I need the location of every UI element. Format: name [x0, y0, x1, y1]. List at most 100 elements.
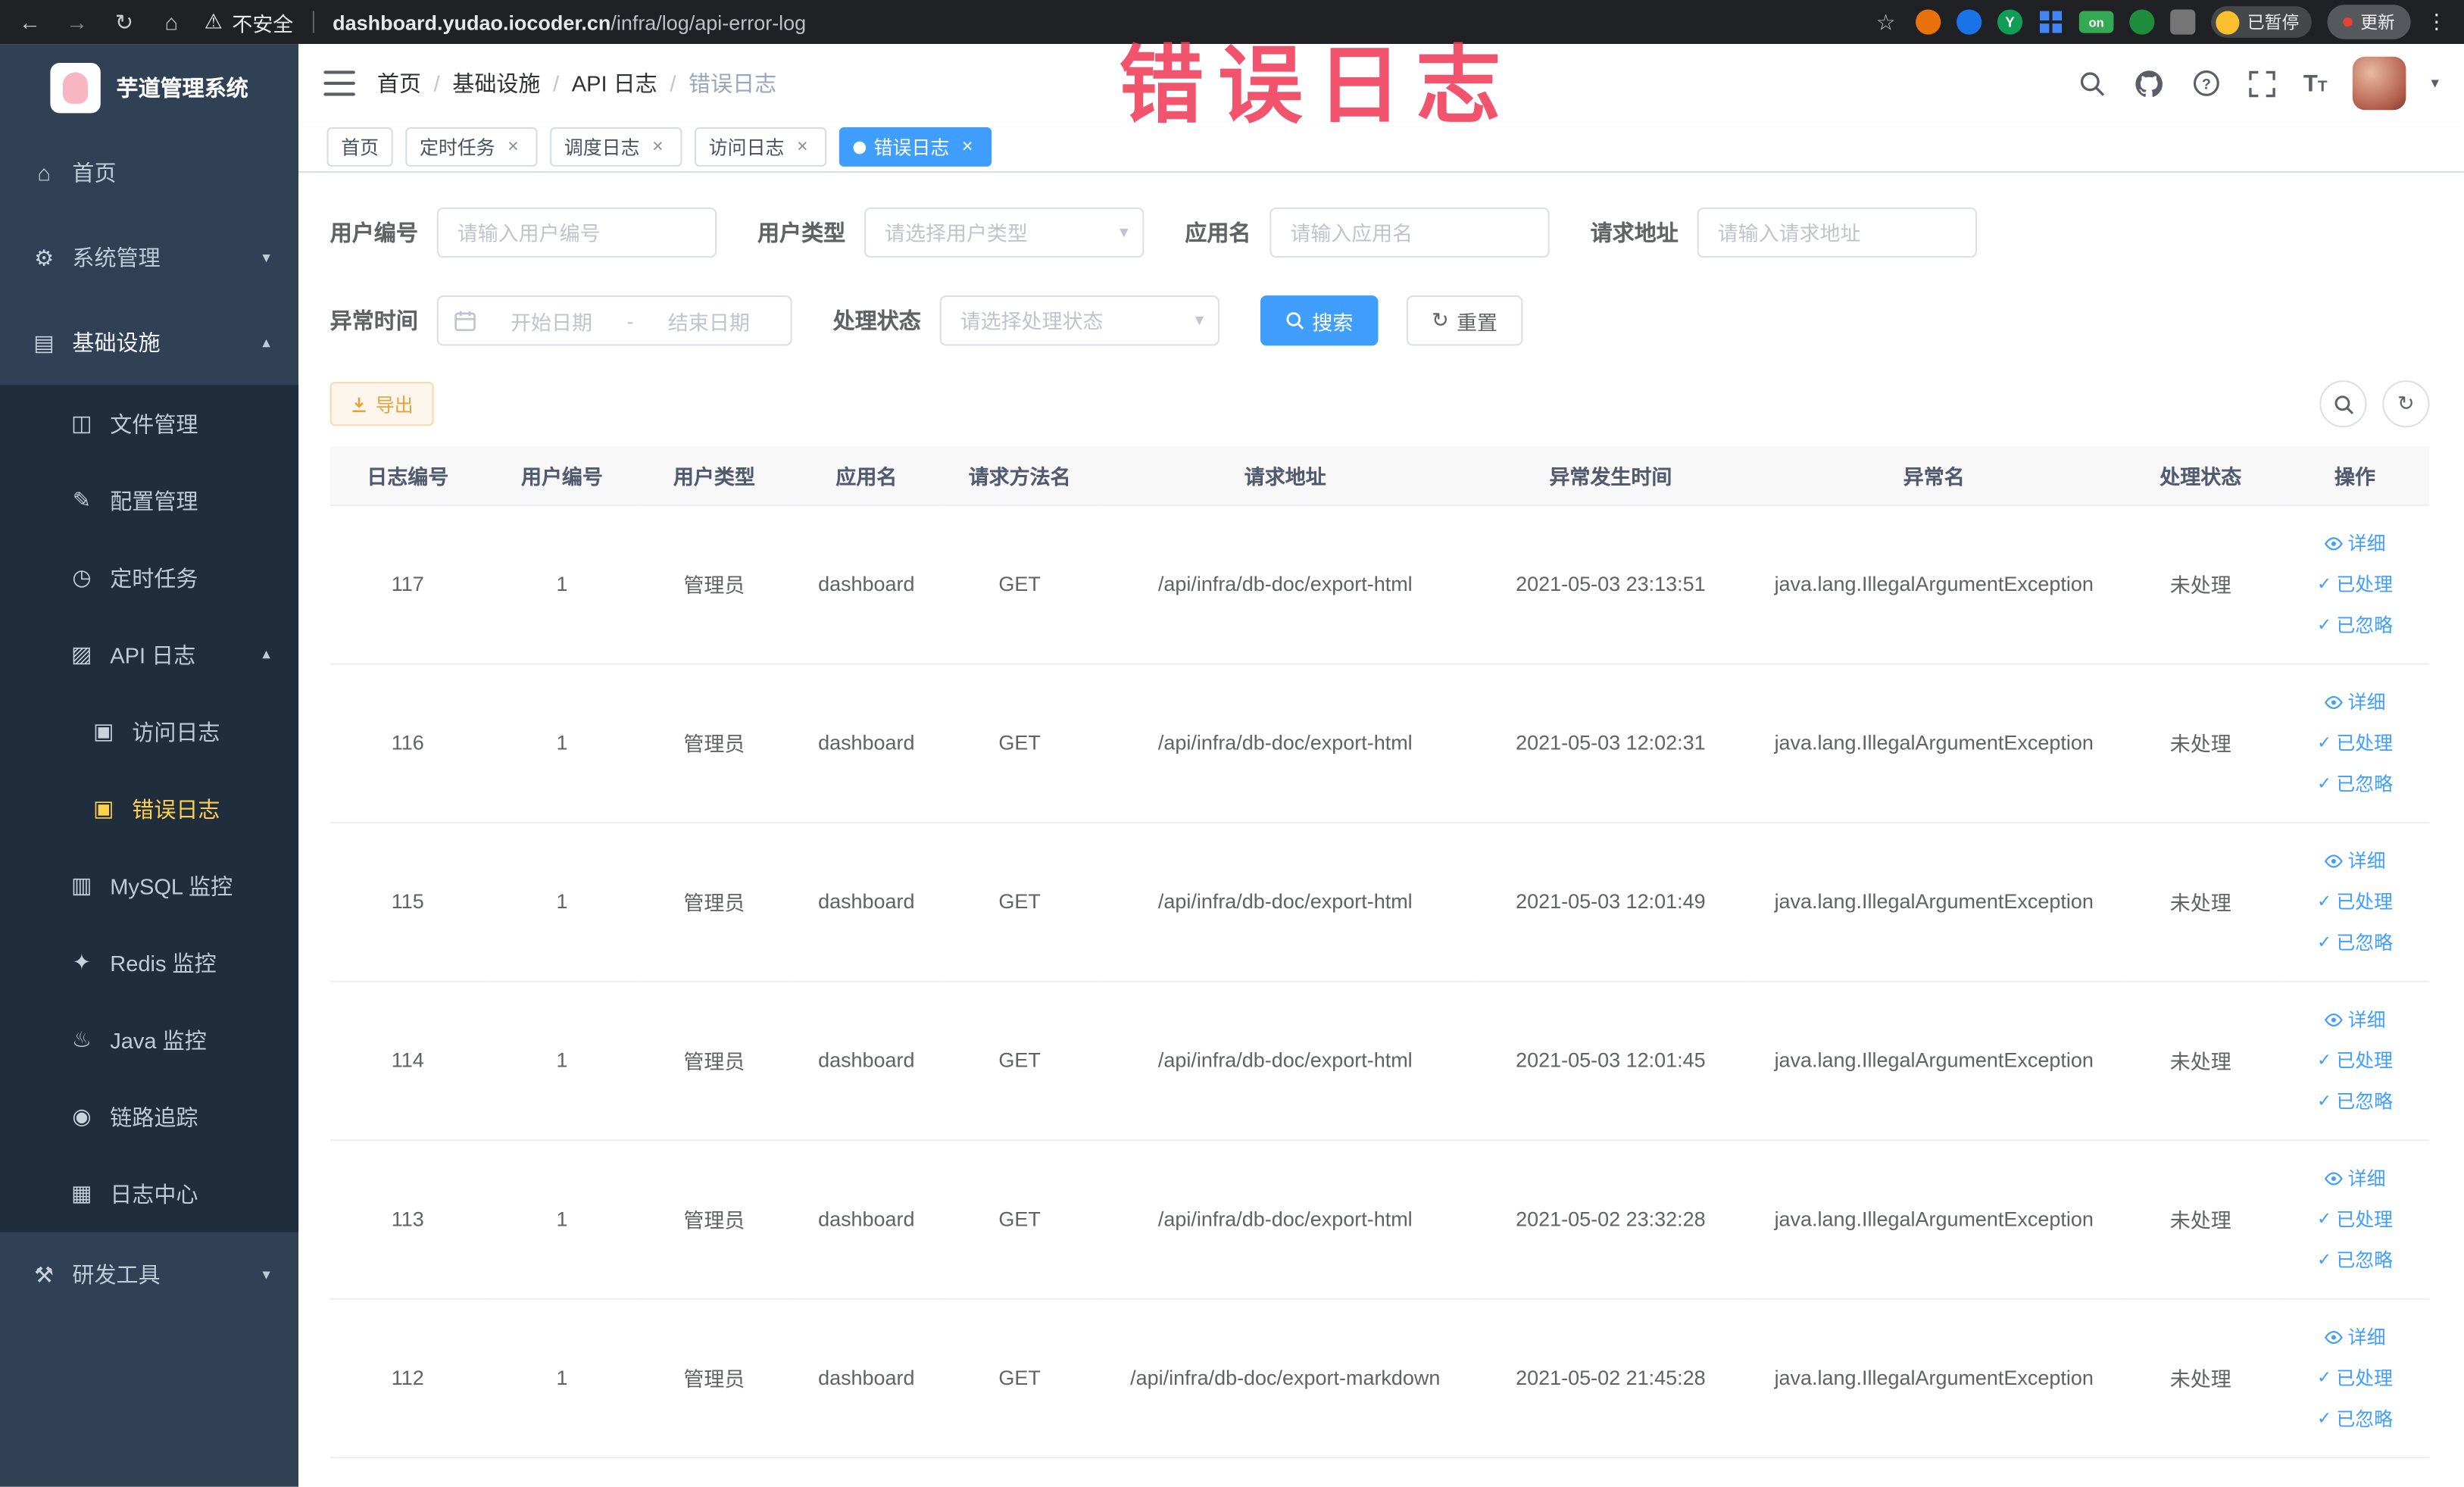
browser-forward-icon[interactable]: →	[63, 9, 91, 34]
check-icon: ✓	[2316, 933, 2332, 953]
browser-back-icon[interactable]: ←	[16, 9, 44, 34]
date-range-picker[interactable]: 开始日期 - 结束日期	[436, 295, 792, 346]
cell-actions: 详细 ✓ 已处理 ✓ 已忽略	[2280, 663, 2430, 823]
close-icon[interactable]: ×	[648, 136, 668, 157]
detail-link[interactable]: 详细	[2287, 523, 2423, 564]
extension-icon-green[interactable]: Y	[1997, 9, 2023, 35]
sidebar-item-log-center[interactable]: ▦ 日志中心	[0, 1154, 299, 1232]
close-icon[interactable]: ×	[792, 136, 813, 157]
tab-access-log[interactable]: 访问日志 ×	[695, 127, 827, 167]
extension-icon-red[interactable]	[1916, 9, 1941, 35]
breadcrumb-separator: /	[553, 70, 560, 96]
search-button[interactable]: 搜索	[1260, 295, 1379, 346]
request-url-input[interactable]	[1697, 207, 1977, 258]
extension-icon-grid[interactable]	[2038, 9, 2063, 34]
address-bar[interactable]: dashboard.yudao.iocoder.cn /infra/log/ap…	[333, 10, 1853, 33]
sidebar-item-error-log[interactable]: ▣ 错误日志	[0, 770, 299, 848]
range-separator: -	[626, 308, 634, 333]
sidebar-item-trace[interactable]: ◉ 链路追踪	[0, 1078, 299, 1155]
filter-label: 处理状态	[832, 308, 921, 333]
sidebar-item-scheduled-tasks[interactable]: ◷ 定时任务	[0, 539, 299, 617]
user-id-input[interactable]	[436, 207, 717, 258]
detail-link[interactable]: 详细	[2287, 1317, 2423, 1357]
close-icon[interactable]: ×	[503, 136, 523, 157]
mark-ignored-link[interactable]: ✓ 已忽略	[2287, 1080, 2423, 1121]
sidebar-item-homepage[interactable]: ⌂ 首页	[0, 130, 298, 215]
site-security[interactable]: ⚠ 不安全	[205, 7, 294, 36]
browser-update-button[interactable]: 更新	[2327, 5, 2411, 39]
font-size-icon[interactable]: TT	[2303, 70, 2328, 96]
sidebar-logo[interactable]: 芋道管理系统	[0, 44, 298, 130]
mark-processed-link[interactable]: ✓ 已处理	[2287, 881, 2423, 922]
fullscreen-icon[interactable]	[2247, 67, 2278, 98]
detail-link-label: 详细	[2347, 533, 2386, 555]
avatar[interactable]	[2352, 56, 2406, 111]
detail-link[interactable]: 详细	[2287, 840, 2423, 881]
sidebar-item-infrastructure[interactable]: ▤ 基础设施 ▴	[0, 300, 298, 385]
search-toggle-button[interactable]	[2319, 380, 2367, 428]
mark-ignored-link[interactable]: ✓ 已忽略	[2287, 763, 2423, 804]
close-icon[interactable]: ×	[957, 136, 978, 157]
sidebar-collapse-icon[interactable]	[323, 70, 355, 96]
sidebar-item-label: 系统管理	[72, 245, 161, 270]
sidebar-item-config-management[interactable]: ✎ 配置管理	[0, 461, 299, 539]
chevron-down-icon[interactable]: ▾	[2431, 75, 2438, 92]
mark-processed-link[interactable]: ✓ 已处理	[2287, 1198, 2423, 1239]
sidebar-item-api-logs[interactable]: ▨ API 日志 ▴	[0, 616, 299, 693]
mark-ignored-link[interactable]: ✓ 已忽略	[2287, 1239, 2423, 1280]
tab-home[interactable]: 首页	[326, 127, 393, 167]
document-icon: ▣	[93, 795, 114, 820]
mark-ignored-link[interactable]: ✓ 已忽略	[2287, 1398, 2423, 1439]
browser-reload-icon[interactable]: ↻	[110, 8, 138, 35]
processed-link-label: 已处理	[2336, 732, 2394, 754]
sidebar-item-redis-monitor[interactable]: ✦ Redis 监控	[0, 923, 299, 1001]
breadcrumb-item[interactable]: 基础设施	[452, 67, 540, 98]
sidebar-item-label: Redis 监控	[110, 950, 217, 976]
tab-dispatch-log[interactable]: 调度日志 ×	[550, 127, 682, 167]
breadcrumb-item[interactable]: 首页	[377, 67, 421, 98]
page-content: 用户编号 用户类型 ▾ 应用名 请	[298, 173, 2464, 1487]
mark-processed-link[interactable]: ✓ 已处理	[2287, 564, 2423, 604]
tab-scheduled-tasks[interactable]: 定时任务 ×	[405, 127, 538, 167]
detail-link[interactable]: 详细	[2287, 681, 2423, 722]
browser-menu-icon[interactable]: ⋮	[2426, 9, 2448, 34]
user-type-select[interactable]	[864, 207, 1145, 258]
warning-icon: ⚠	[204, 9, 223, 33]
tab-error-log[interactable]: 错误日志 ×	[839, 127, 992, 167]
cell-app-name: dashboard	[789, 1298, 943, 1458]
export-button[interactable]: 导出	[329, 382, 434, 426]
sidebar-item-dev-tools[interactable]: ⚒ 研发工具 ▾	[0, 1232, 298, 1317]
sidebar-item-access-log[interactable]: ▣ 访问日志	[0, 692, 299, 770]
extension-icon-blue[interactable]	[1957, 9, 1982, 35]
mark-processed-link[interactable]: ✓ 已处理	[2287, 1357, 2423, 1398]
refresh-button[interactable]: ↻	[2382, 380, 2430, 428]
extension-icon-leaf[interactable]	[2129, 9, 2155, 35]
breadcrumb-item[interactable]: API 日志	[572, 67, 657, 98]
reset-button[interactable]: ↻ 重置	[1406, 295, 1523, 346]
breadcrumb: 首页 / 基础设施 / API 日志 / 错误日志	[377, 67, 2055, 98]
detail-link[interactable]: 详细	[2287, 998, 2423, 1039]
mark-ignored-link[interactable]: ✓ 已忽略	[2287, 604, 2423, 645]
help-icon[interactable]: ?	[2190, 67, 2221, 98]
extension-icon-pin[interactable]	[2170, 9, 2196, 35]
detail-link[interactable]: 详细	[2287, 1157, 2423, 1198]
mark-processed-link[interactable]: ✓ 已处理	[2287, 1039, 2423, 1080]
profile-paused-chip[interactable]: 已暂停	[2211, 6, 2312, 38]
sidebar-item-mysql-monitor[interactable]: ▥ MySQL 监控	[0, 847, 299, 924]
search-icon[interactable]	[2077, 67, 2108, 98]
mark-processed-link[interactable]: ✓ 已处理	[2287, 722, 2423, 763]
check-icon: ✓	[2316, 1210, 2332, 1229]
sidebar-item-label: Java 监控	[110, 1026, 207, 1053]
sidebar-item-file-management[interactable]: ◫ 文件管理	[0, 385, 299, 462]
app-name-input[interactable]	[1269, 207, 1550, 258]
github-icon[interactable]	[2134, 67, 2165, 98]
sidebar-item-java-monitor[interactable]: ♨ Java 监控	[0, 1001, 299, 1079]
extension-icon-on[interactable]: on	[2078, 11, 2114, 33]
browser-home-icon[interactable]: ⌂	[157, 9, 185, 34]
sidebar-item-system-management[interactable]: ⚙ 系统管理 ▾	[0, 215, 298, 300]
reset-button-label: 重置	[1457, 310, 1498, 334]
process-status-select[interactable]	[939, 295, 1220, 346]
bookmark-star-icon[interactable]: ☆	[1872, 8, 1900, 35]
mark-ignored-link[interactable]: ✓ 已忽略	[2287, 922, 2423, 963]
log-icon: ▨	[71, 641, 92, 667]
